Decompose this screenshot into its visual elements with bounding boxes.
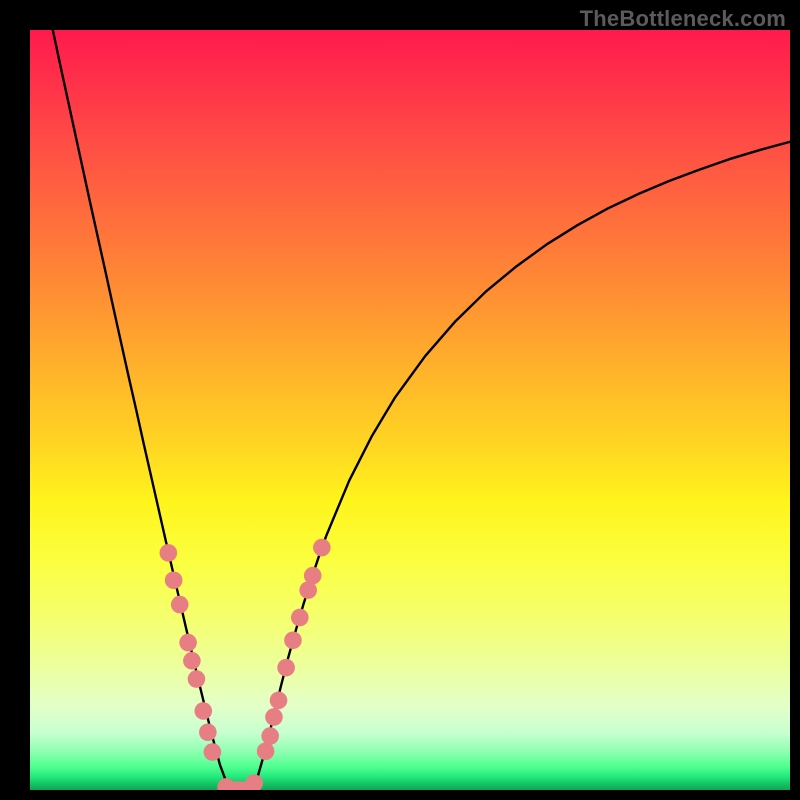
chart-frame: TheBottleneck.com (0, 0, 800, 800)
marker-dot (257, 742, 275, 760)
marker-dot (160, 544, 178, 562)
marker-dot (171, 596, 189, 614)
marker-dot (194, 702, 212, 720)
marker-dot (199, 723, 217, 741)
marker-dot (204, 743, 222, 761)
bottleneck-curve (53, 30, 790, 790)
marker-dot (179, 634, 197, 652)
marker-dot (277, 659, 295, 677)
marker-dot (270, 692, 288, 710)
marker-dots (160, 539, 331, 790)
marker-dot (313, 539, 331, 557)
marker-dot (188, 670, 206, 688)
marker-dot (165, 571, 183, 589)
marker-dot (304, 567, 322, 585)
marker-dot (183, 652, 201, 670)
curve-svg (30, 30, 790, 790)
marker-dot (291, 609, 309, 627)
marker-dot (245, 774, 263, 790)
marker-dot (261, 727, 279, 745)
watermark-text: TheBottleneck.com (580, 6, 786, 32)
marker-dot (284, 631, 302, 649)
marker-dot (265, 708, 283, 726)
plot-area (30, 30, 790, 790)
